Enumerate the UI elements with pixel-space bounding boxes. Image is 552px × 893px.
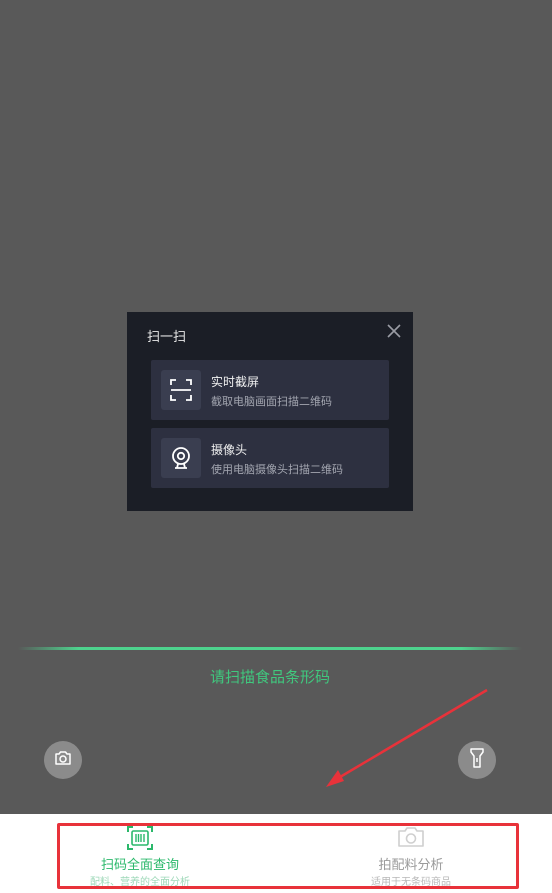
close-icon[interactable] xyxy=(386,323,402,339)
scan-dialog: 扫一扫 实时截屏 截取电脑画面扫描二维码 摄像头 使用电脑摄像头扫描二维码 xyxy=(127,312,413,511)
flashlight-button[interactable] xyxy=(458,741,496,779)
option-realtime-screenshot[interactable]: 实时截屏 截取电脑画面扫描二维码 xyxy=(151,360,389,420)
flashlight-icon xyxy=(470,748,484,772)
option-title: 摄像头 xyxy=(211,443,248,457)
album-button[interactable] xyxy=(44,741,82,779)
screenshot-frame-icon xyxy=(161,370,201,410)
camera-icon xyxy=(54,750,72,770)
webcam-icon xyxy=(161,438,201,478)
scan-hint: 请扫描食品条形码 xyxy=(209,668,330,686)
option-description: 截取电脑画面扫描二维码 xyxy=(211,395,332,408)
scan-line xyxy=(18,647,522,650)
option-description: 使用电脑摄像头扫描二维码 xyxy=(211,463,343,476)
option-webcam[interactable]: 摄像头 使用电脑摄像头扫描二维码 xyxy=(151,428,389,488)
option-title: 实时截屏 xyxy=(211,375,260,389)
dialog-title: 扫一扫 xyxy=(147,330,187,345)
highlight-box xyxy=(57,823,519,889)
